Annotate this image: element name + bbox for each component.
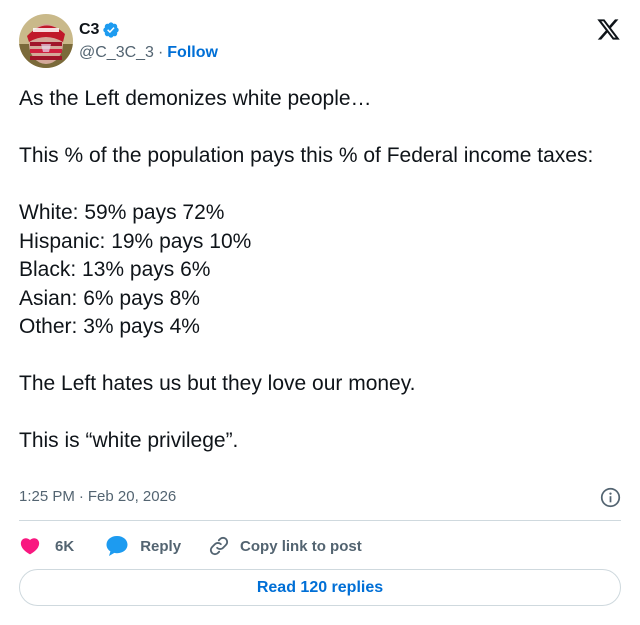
author-handle[interactable]: @C_3C_3 xyxy=(79,44,154,62)
handle-row: @C_3C_3 · Follow xyxy=(79,42,218,64)
timestamp-separator: · xyxy=(78,487,84,505)
author-display-name[interactable]: C3 xyxy=(79,21,99,39)
tweet-time: 1:25 PM xyxy=(19,487,75,505)
x-logo-icon[interactable] xyxy=(596,17,621,42)
like-count: 6K xyxy=(55,537,75,555)
speech-bubble-icon xyxy=(106,536,128,556)
copy-link-label: Copy link to post xyxy=(240,537,362,555)
reply-label: Reply xyxy=(140,537,182,555)
follow-button[interactable]: Follow xyxy=(167,44,218,62)
tweet-text: As the Left demonizes white people… This… xyxy=(19,87,594,452)
name-row: C3 xyxy=(79,18,218,42)
divider xyxy=(19,520,621,521)
read-replies-button[interactable]: Read 120 replies xyxy=(19,569,621,606)
copy-link-button[interactable]: Copy link to post xyxy=(208,535,362,557)
tweet-embed-card: C3 @C_3C_3 · Follow As the Left demonize… xyxy=(0,0,640,625)
handle-separator: · xyxy=(157,44,164,61)
like-button[interactable]: 6K xyxy=(19,535,74,557)
info-icon[interactable] xyxy=(600,487,621,508)
link-icon xyxy=(209,536,229,556)
tweet-actions: 6K Reply Copy link to post xyxy=(19,533,362,559)
tweet-timestamp[interactable]: 1:25 PM · Feb 20, 2026 xyxy=(19,486,176,506)
reply-button[interactable]: Reply xyxy=(105,535,181,557)
heart-icon xyxy=(20,538,40,555)
avatar-image xyxy=(19,14,73,68)
avatar[interactable] xyxy=(19,14,73,68)
author-names: C3 @C_3C_3 · Follow xyxy=(79,18,218,64)
tweet-date: Feb 20, 2026 xyxy=(87,487,177,505)
verified-badge-icon xyxy=(102,21,120,39)
read-replies-label: Read 120 replies xyxy=(256,578,384,596)
tweet-header: C3 @C_3C_3 · Follow xyxy=(19,14,621,70)
